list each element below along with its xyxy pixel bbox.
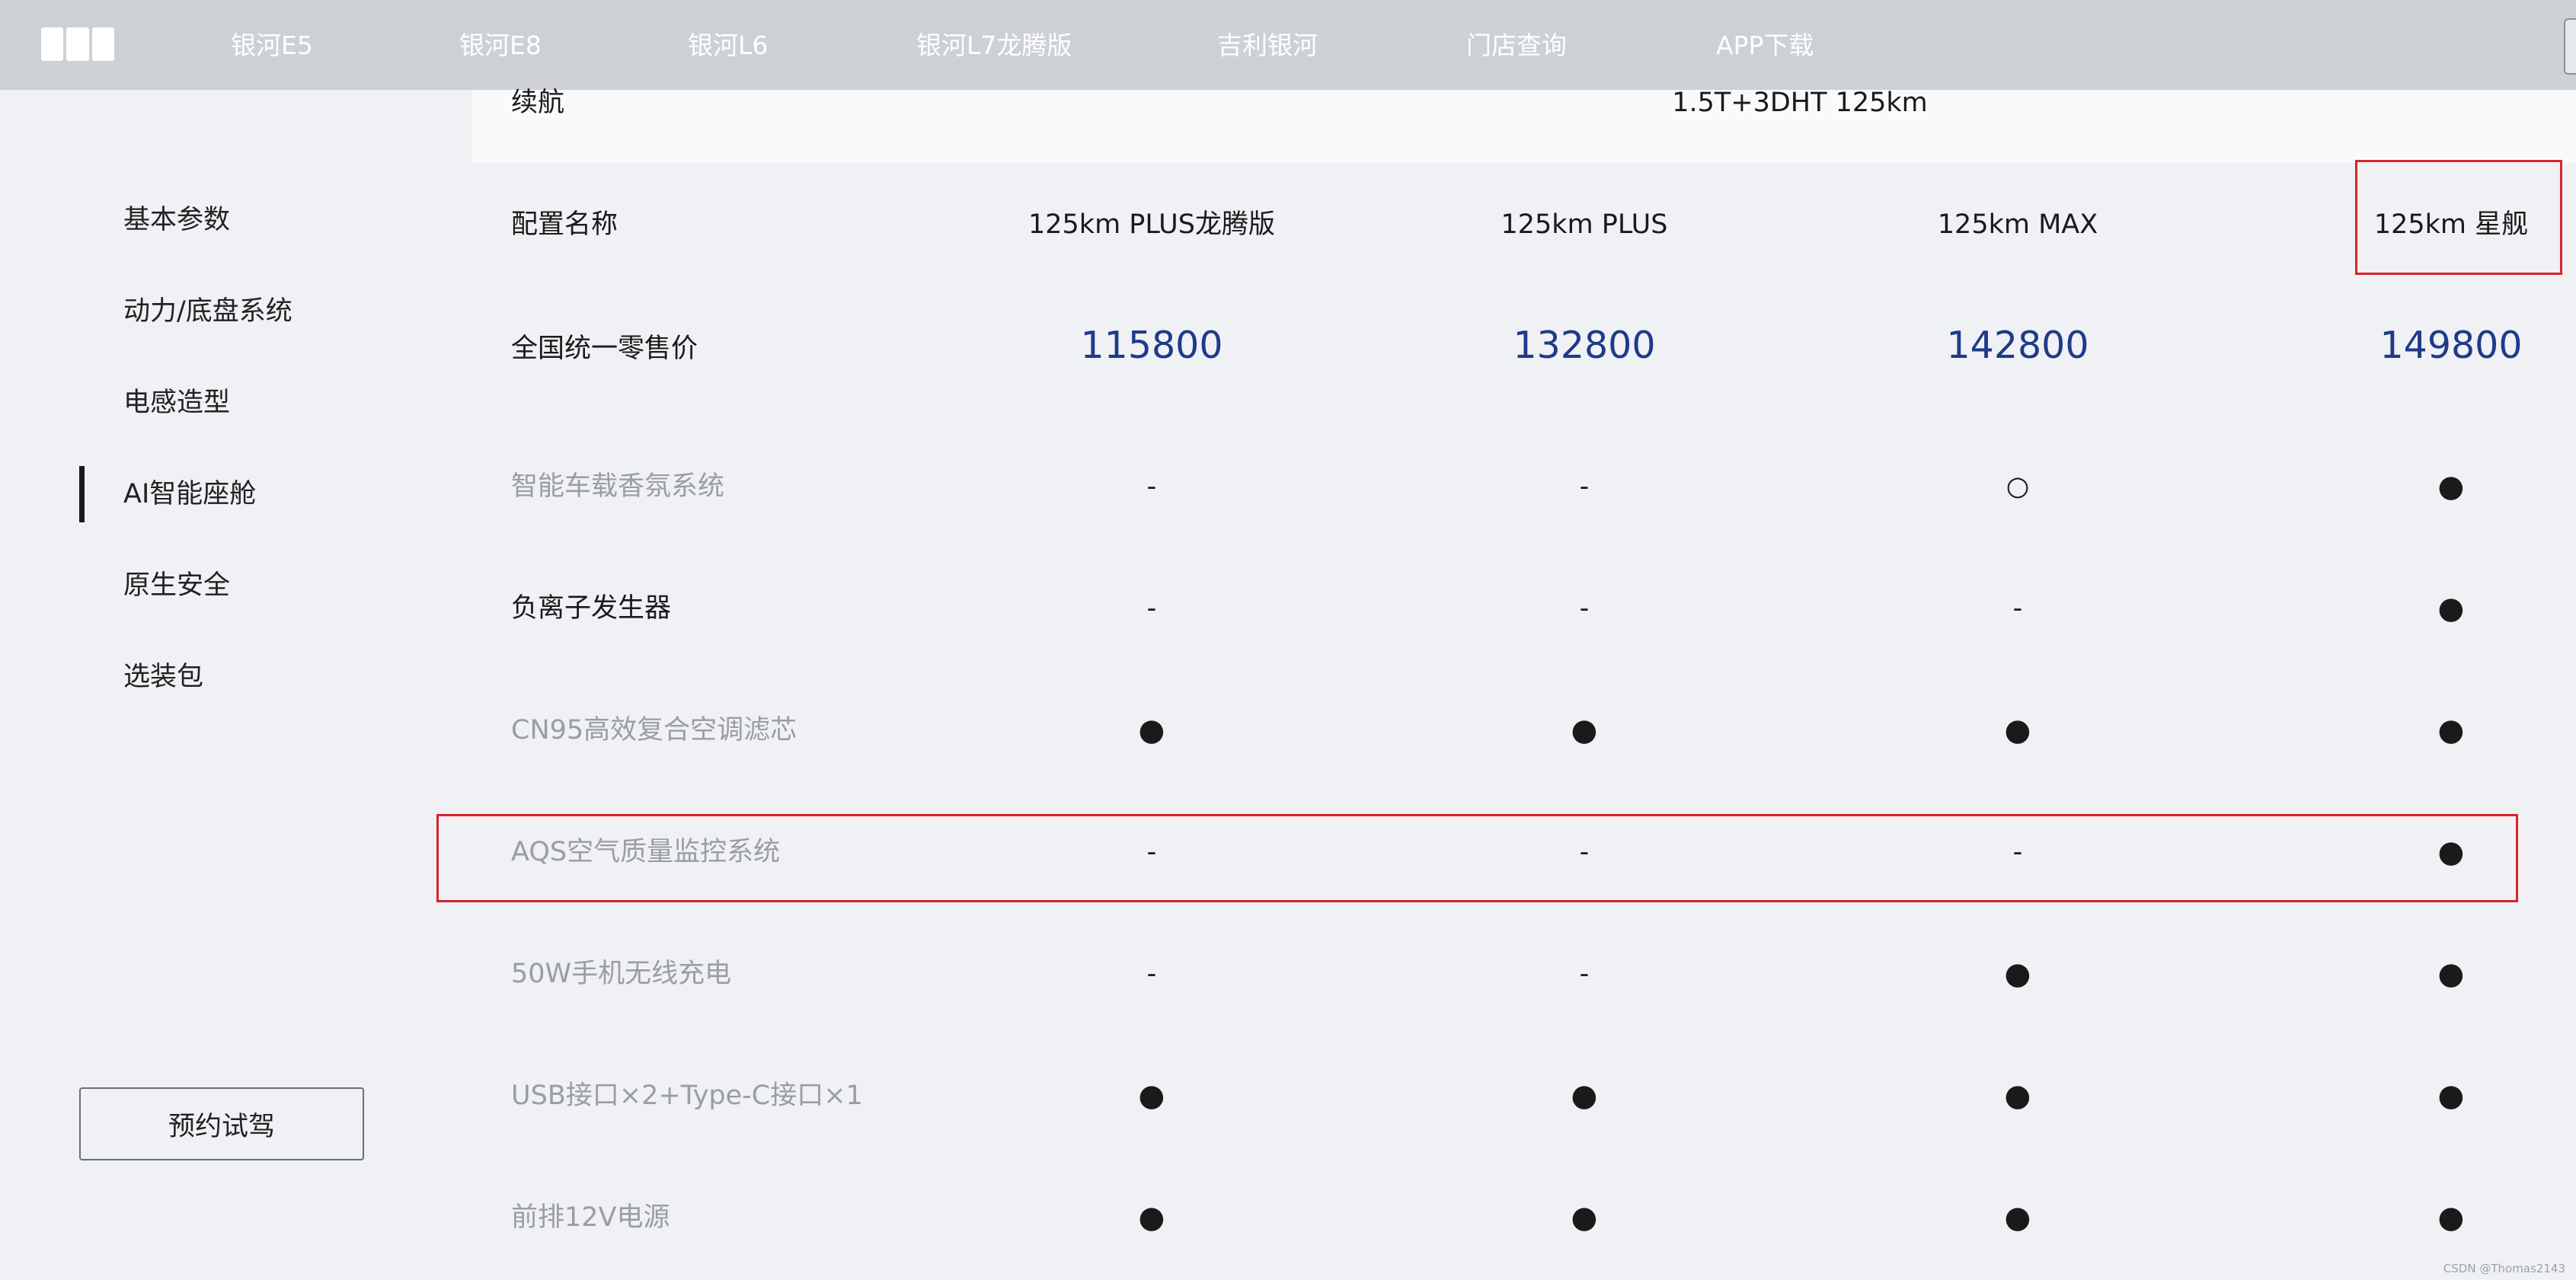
sidebar-active-indicator (79, 466, 85, 522)
feature-value: - (1146, 471, 1157, 502)
feature-value: ● (1571, 1078, 1598, 1113)
price-value-4: 149800 (2379, 324, 2523, 367)
feature-value: ● (2437, 713, 2465, 748)
feature-row-highlight-box (436, 814, 2518, 902)
feature-value: - (1579, 959, 1590, 989)
nav-item-l7[interactable]: 银河L7龙腾版 (916, 27, 1072, 64)
sidebar-item-styling[interactable]: 电感造型 (123, 384, 230, 422)
feature-value: ● (1138, 1200, 1165, 1235)
price-value-2: 132800 (1513, 324, 1656, 367)
feature-label: 50W手机无线充电 (511, 959, 732, 989)
feature-value: - (2012, 593, 2023, 624)
feature-label: USB接口×2+Type-C接口×1 (511, 1080, 863, 1111)
brand-logo-icon[interactable] (41, 27, 114, 61)
config-name-2: 125km PLUS (1501, 209, 1668, 240)
watermark: CSDN @Thomas2143 (2443, 1262, 2565, 1275)
config-name-label: 配置名称 (511, 209, 618, 240)
sidebar-item-powertrain[interactable]: 动力/底盘系统 (123, 292, 292, 330)
config-name-1: 125km PLUS龙腾版 (1028, 209, 1275, 240)
range-row (472, 90, 2576, 163)
feature-value: ● (2004, 1078, 2031, 1113)
feature-value: ● (2004, 956, 2031, 991)
price-value-3: 142800 (1946, 324, 2089, 367)
feature-value: ● (2004, 1200, 2031, 1235)
feature-value: ● (1138, 1078, 1165, 1113)
feature-value: ● (1571, 713, 1598, 748)
nav-item-store-finder[interactable]: 门店查询 (1466, 27, 1567, 64)
feature-label: 负离子发生器 (511, 593, 672, 624)
nav-item-e8[interactable]: 银河E8 (459, 27, 542, 64)
feature-label: CN95高效复合空调滤芯 (511, 715, 797, 745)
feature-label: 前排12V电源 (511, 1202, 670, 1233)
config-highlight-box (2355, 160, 2562, 275)
book-test-drive-button[interactable]: 预约试驾 (79, 1087, 364, 1160)
feature-value: ● (2437, 591, 2465, 626)
feature-value: ● (1571, 1200, 1598, 1235)
range-value: 1.5T+3DHT 125km (1672, 88, 1928, 118)
feature-value: - (1579, 471, 1590, 502)
feature-value: - (1146, 593, 1157, 624)
price-value-1: 115800 (1080, 324, 1223, 367)
sidebar-item-ai-cockpit[interactable]: AI智能座舱 (123, 475, 256, 513)
range-label: 续航 (511, 88, 565, 118)
feature-value: ● (2437, 1078, 2465, 1113)
feature-value: ● (2437, 469, 2465, 504)
feature-value: ○ (2006, 471, 2030, 502)
feature-value: - (1146, 959, 1157, 989)
sidebar-item-safety[interactable]: 原生安全 (123, 567, 230, 605)
feature-value: ● (2437, 1200, 2465, 1235)
nav-item-l6[interactable]: 银河L6 (688, 27, 768, 64)
feature-value: ● (1138, 713, 1165, 748)
sidebar-item-options[interactable]: 选装包 (123, 658, 203, 696)
feature-value: ● (2004, 713, 2031, 748)
nav-item-galaxy[interactable]: 吉利银河 (1217, 27, 1318, 64)
config-name-3: 125km MAX (1937, 209, 2098, 240)
top-navigation-bar: 银河E5 银河E8 银河L6 银河L7龙腾版 吉利银河 门店查询 APP下载 (0, 0, 2576, 90)
nav-overflow-button[interactable] (2564, 18, 2576, 75)
nav-item-e5[interactable]: 银河E5 (231, 27, 313, 64)
price-label: 全国统一零售价 (511, 334, 698, 364)
sidebar-item-basic-params[interactable]: 基本参数 (123, 201, 230, 239)
nav-item-app-download[interactable]: APP下载 (1716, 27, 1814, 64)
feature-value: ● (2437, 956, 2465, 991)
feature-label: 智能车载香氛系统 (511, 471, 725, 502)
feature-value: - (1579, 593, 1590, 624)
